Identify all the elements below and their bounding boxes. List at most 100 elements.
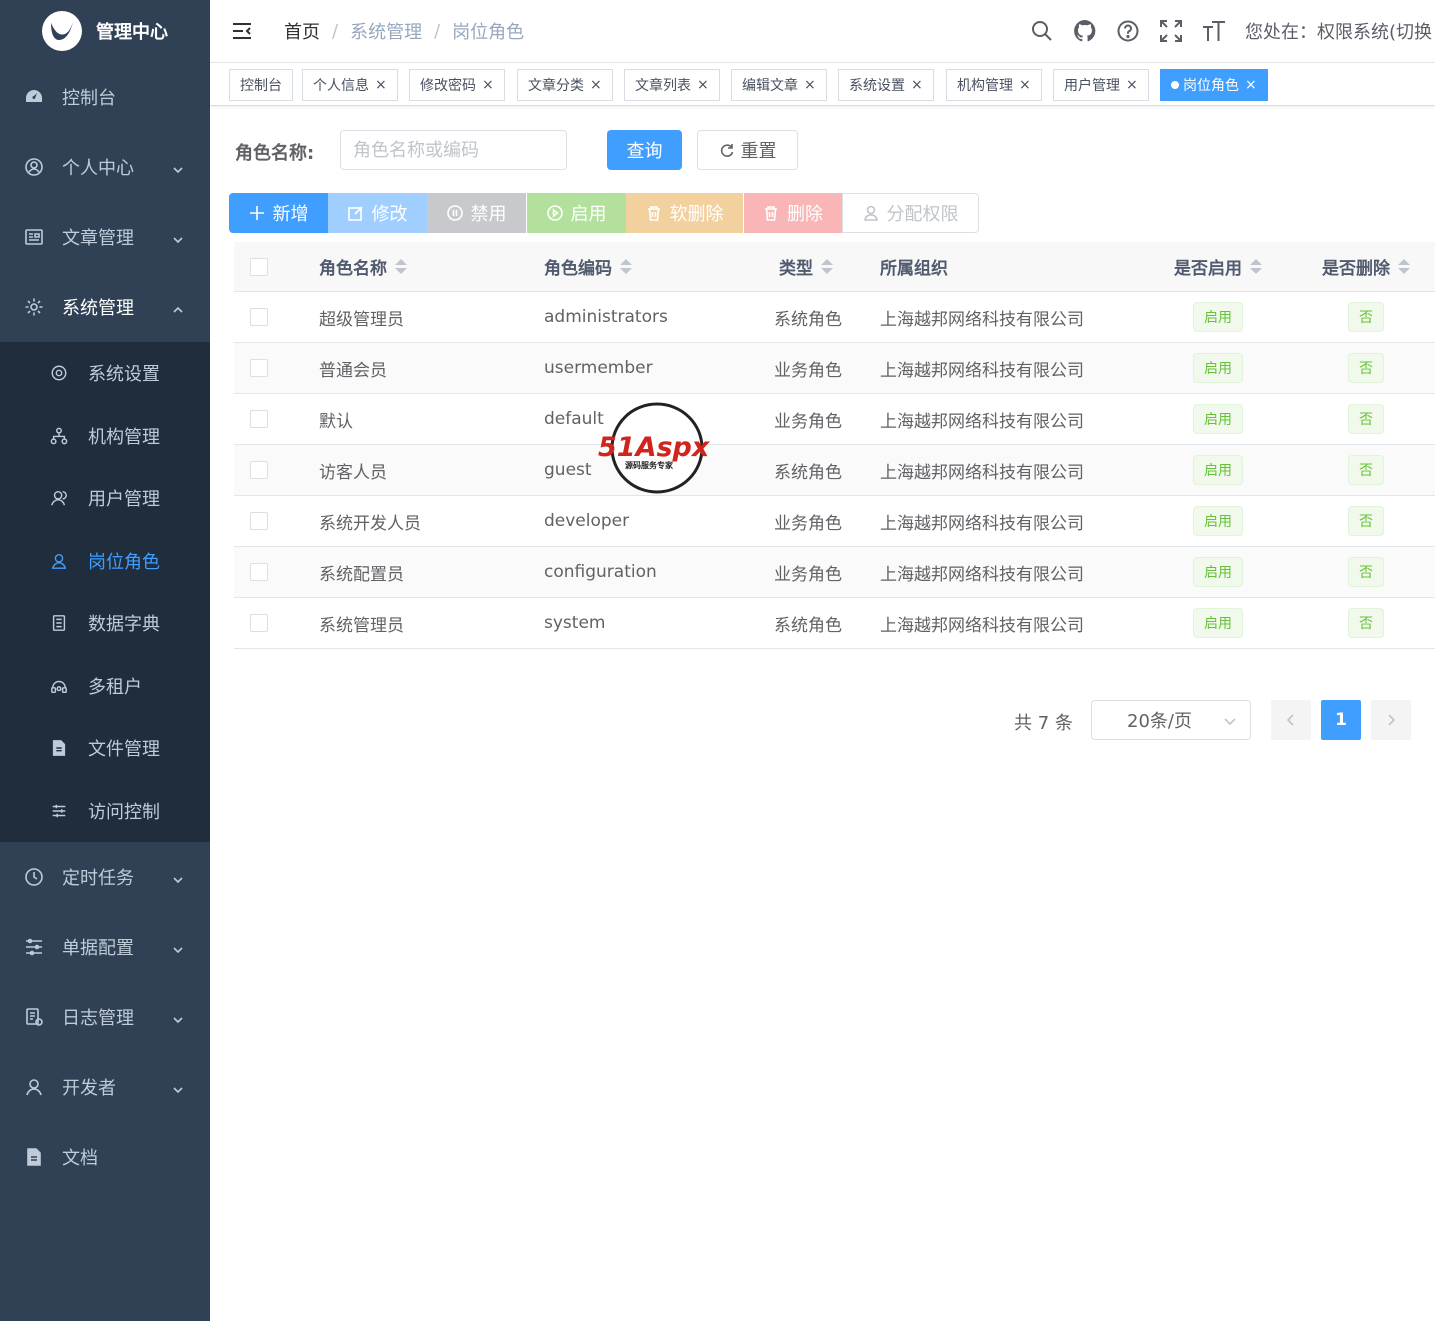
sidebar-subitem-dictionary[interactable]: 数据字典 (0, 592, 210, 655)
sidebar-item-developer[interactable]: 开发者 (0, 1052, 210, 1122)
tag-users[interactable]: 用户管理 × (1053, 69, 1149, 101)
role-org: 上海越邦网络科技有限公司 (880, 615, 1084, 636)
enable-button[interactable]: 启用 (527, 193, 626, 233)
close-icon[interactable]: × (590, 77, 602, 93)
tag-profile[interactable]: 个人信息 × (302, 69, 398, 101)
table-row[interactable]: 系统开发人员 developer 业务角色 上海越邦网络科技有限公司 启用 否 (234, 496, 1435, 547)
hamburger-icon[interactable] (232, 22, 252, 40)
table-row[interactable]: 系统配置员 configuration 业务角色 上海越邦网络科技有限公司 启用 否 (234, 547, 1435, 598)
disable-button[interactable]: 禁用 (427, 193, 526, 233)
header-deleted[interactable]: 是否删除 (1316, 242, 1416, 291)
sidebar-subitem-access[interactable]: 访问控制 (0, 780, 210, 843)
row-checkbox[interactable] (250, 410, 268, 428)
sidebar-subitem-org[interactable]: 机构管理 (0, 405, 210, 468)
tag-roles[interactable]: 岗位角色 × (1160, 69, 1268, 101)
row-checkbox[interactable] (250, 461, 268, 479)
sidebar-item-forms[interactable]: 单据配置 (0, 912, 210, 982)
sidebar-item-docs[interactable]: 文档 (0, 1122, 210, 1192)
close-icon[interactable]: × (1126, 77, 1138, 93)
breadcrumb-home[interactable]: 首页 (284, 18, 320, 44)
sidebar-subitem-settings[interactable]: 系统设置 (0, 342, 210, 405)
help-icon[interactable] (1116, 19, 1140, 43)
select-all-checkbox[interactable] (250, 257, 268, 276)
row-checkbox[interactable] (250, 359, 268, 377)
sidebar-item-dashboard[interactable]: 控制台 (0, 62, 210, 132)
row-checkbox[interactable] (250, 614, 268, 632)
enabled-badge: 启用 (1193, 557, 1243, 587)
close-icon[interactable]: × (375, 77, 387, 93)
search-icon[interactable] (1030, 19, 1054, 43)
sidebar-item-label: 日志管理 (62, 1008, 134, 1029)
header-name[interactable]: 角色名称 (319, 242, 407, 291)
table-row[interactable]: 默认 default 业务角色 上海越邦网络科技有限公司 启用否 (234, 394, 1435, 445)
prev-page-button[interactable] (1271, 700, 1311, 740)
sort-icon[interactable] (1398, 259, 1410, 274)
query-button[interactable]: 查询 (607, 130, 682, 170)
role-name: 系统管理员 (319, 615, 404, 636)
soft-delete-button[interactable]: 软删除 (626, 193, 743, 233)
page-1-button[interactable]: 1 (1321, 700, 1361, 740)
next-page-button[interactable] (1371, 700, 1411, 740)
sidebar-item-logs[interactable]: 日志管理 (0, 982, 210, 1052)
page-size-select[interactable]: 20条/页 (1091, 700, 1251, 740)
tag-article-category[interactable]: 文章分类 × (517, 69, 613, 101)
github-icon[interactable] (1073, 19, 1097, 43)
sidebar-item-tasks[interactable]: 定时任务 (0, 842, 210, 912)
sort-icon[interactable] (620, 259, 632, 274)
role-name-label: 角色名称: (235, 143, 315, 164)
sidebar-subitem-files[interactable]: 文件管理 (0, 717, 210, 780)
header-enabled[interactable]: 是否启用 (1168, 242, 1268, 291)
tag-system-settings[interactable]: 系统设置 × (838, 69, 934, 101)
sidebar-subitem-tenant[interactable]: 多租户 (0, 655, 210, 718)
fullscreen-icon[interactable] (1159, 19, 1183, 43)
deleted-badge: 否 (1348, 404, 1384, 434)
enabled-badge: 启用 (1193, 608, 1243, 638)
table-row[interactable]: 系统管理员 system 系统角色 上海越邦网络科技有限公司 启用 否 (234, 598, 1435, 649)
close-icon[interactable]: × (1019, 77, 1031, 93)
tag-password[interactable]: 修改密码 × (409, 69, 505, 101)
row-checkbox-cell (249, 394, 269, 444)
header-type[interactable]: 类型 (779, 242, 833, 291)
sidebar-subitem-users[interactable]: 用户管理 (0, 467, 210, 530)
table-row[interactable]: 访客人员 guest 系统角色 上海越邦网络科技有限公司 启用 否 (234, 445, 1435, 496)
font-size-icon[interactable] (1202, 19, 1226, 43)
chevron-down-icon (172, 1010, 184, 1031)
close-icon[interactable]: × (697, 77, 709, 93)
row-checkbox[interactable] (250, 512, 268, 530)
sidebar-item-personal[interactable]: 个人中心 (0, 132, 210, 202)
logo[interactable]: 管理中心 (0, 0, 210, 62)
close-icon[interactable]: × (911, 77, 923, 93)
tag-label: 系统设置 (849, 78, 905, 94)
sidebar-item-label: 文章管理 (62, 228, 134, 249)
close-icon[interactable]: × (804, 77, 816, 93)
table-row[interactable]: 超级管理员 administrators 系统角色 上海越邦网络科技有限公司 启用 否 (234, 292, 1435, 343)
tag-article-list[interactable]: 文章列表 × (624, 69, 720, 101)
table-row[interactable]: 普通会员 usermember 业务角色 上海越邦网络科技有限公司 启用 否 (234, 343, 1435, 394)
row-checkbox-cell (249, 496, 269, 546)
sidebar-item-system[interactable]: 系统管理 (0, 272, 210, 342)
sort-icon[interactable] (1250, 259, 1262, 274)
tag-org[interactable]: 机构管理 × (946, 69, 1042, 101)
location-text[interactable]: 您处在：权限系统(切换 (1245, 18, 1432, 44)
edit-button[interactable]: 修改 (328, 193, 427, 233)
sort-icon[interactable] (821, 259, 833, 274)
reset-button[interactable]: 重置 (697, 130, 798, 170)
tag-dashboard[interactable]: 控制台 (229, 69, 293, 101)
assign-permission-button[interactable]: 分配权限 (842, 193, 979, 233)
sidebar-subitem-roles[interactable]: 岗位角色 (0, 530, 210, 593)
row-checkbox[interactable] (250, 563, 268, 581)
tag-edit-article[interactable]: 编辑文章 × (731, 69, 827, 101)
role-search-input[interactable] (340, 130, 567, 170)
role-code: developer (544, 511, 630, 531)
add-button[interactable]: 新增 (229, 193, 328, 233)
close-icon[interactable]: × (1245, 77, 1257, 93)
file-icon (50, 739, 68, 757)
row-checkbox[interactable] (250, 308, 268, 326)
sort-icon[interactable] (395, 259, 407, 274)
close-icon[interactable]: × (482, 77, 494, 93)
delete-button[interactable]: 删除 (744, 193, 842, 233)
role-name: 系统开发人员 (319, 513, 421, 534)
header-code[interactable]: 角色编码 (544, 242, 632, 291)
sidebar-item-articles[interactable]: 文章管理 (0, 202, 210, 272)
trash-icon (765, 206, 777, 221)
